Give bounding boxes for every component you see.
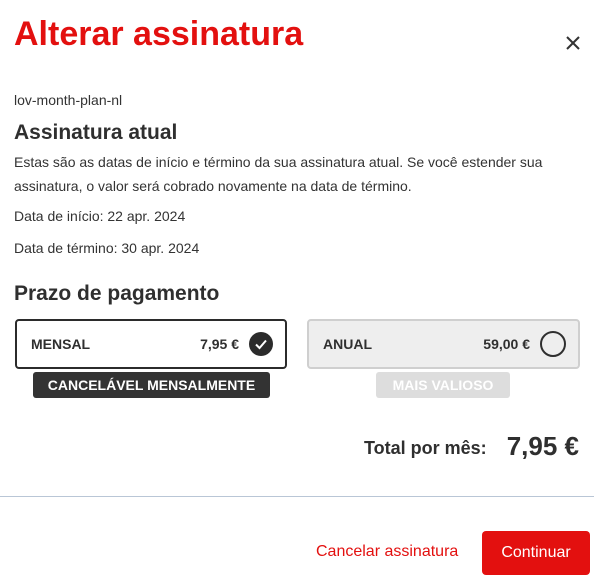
option-name: MENSAL xyxy=(31,336,91,352)
change-subscription-dialog: Alterar assinatura lov-month-plan-nl Ass… xyxy=(0,0,594,582)
monthly-badge: CANCELÁVEL MENSALMENTE xyxy=(33,372,270,398)
current-subscription-heading: Assinatura atual xyxy=(14,121,178,144)
annual-badge: MAIS VALIOSO xyxy=(376,372,510,398)
cancel-subscription-link[interactable]: Cancelar assinatura xyxy=(316,543,458,561)
end-date: Data de término: 30 apr. 2024 xyxy=(14,240,200,256)
divider xyxy=(0,496,594,497)
dialog-title: Alterar assinatura xyxy=(14,15,304,53)
start-date: Data de início: 22 apr. 2024 xyxy=(14,208,186,224)
payment-term-heading: Prazo de pagamento xyxy=(14,282,220,305)
radio-unchecked-icon[interactable] xyxy=(540,331,566,357)
option-name: ANUAL xyxy=(323,336,372,352)
close-icon xyxy=(566,36,580,50)
option-price: 59,00 € xyxy=(483,336,530,352)
monthly-option[interactable]: MENSAL 7,95 € xyxy=(15,319,287,369)
option-price: 7,95 € xyxy=(200,336,239,352)
plan-id: lov-month-plan-nl xyxy=(14,92,123,108)
radio-checked-icon[interactable] xyxy=(249,332,273,356)
subscription-description: Estas são as datas de início e término d… xyxy=(14,154,543,194)
close-button[interactable] xyxy=(560,30,586,56)
total-label: Total por mês: xyxy=(364,438,487,458)
checkmark-icon xyxy=(255,339,267,350)
annual-option[interactable]: ANUAL 59,00 € xyxy=(307,319,580,369)
total-value: 7,95 € xyxy=(506,431,579,461)
continue-button[interactable]: Continuar xyxy=(482,531,590,575)
